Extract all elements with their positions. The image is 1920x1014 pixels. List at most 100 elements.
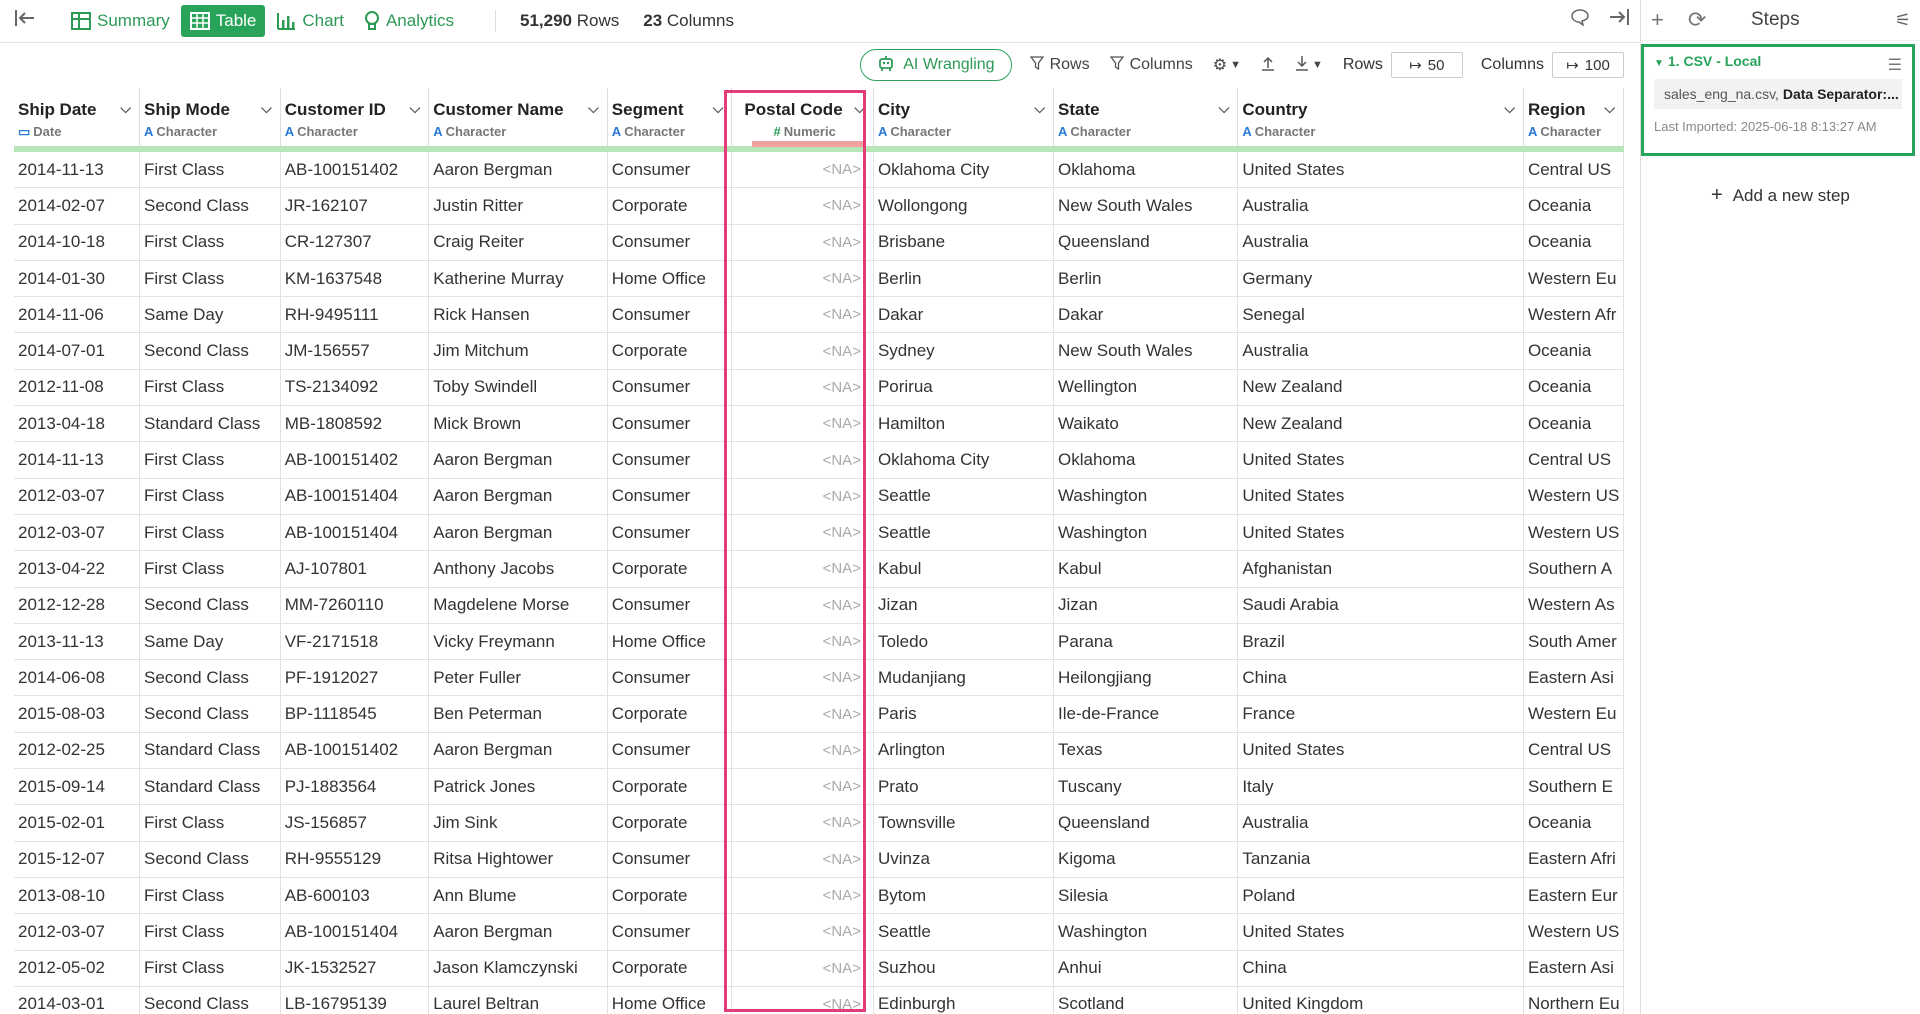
table-cell[interactable]: Consumer [607,296,733,334]
table-cell[interactable]: JS-156857 [280,804,430,842]
table-cell[interactable]: Katherine Murray [428,260,608,298]
chevron-down-icon[interactable]: ⌵ [1219,100,1230,117]
table-cell[interactable]: Silesia [1053,877,1239,915]
table-cell[interactable]: Home Office [607,260,733,298]
table-cell[interactable]: Western US [1523,478,1624,515]
table-cell[interactable]: Oklahoma [1053,149,1239,189]
table-cell[interactable]: JR-162107 [280,187,430,225]
table-cell[interactable]: Same Day [139,623,281,661]
chevron-down-icon[interactable]: ⌵ [1604,100,1615,117]
table-cell[interactable]: Ile-de-France [1053,695,1239,733]
table-cell[interactable]: Wollongong [873,187,1055,225]
table-cell[interactable]: 2014-02-07 [14,187,140,225]
table-cell[interactable]: Consumer [607,478,733,515]
table-cell[interactable]: Jim Mitchum [428,332,608,370]
chevron-down-icon[interactable]: ⌵ [1504,100,1515,117]
table-row[interactable]: 2012-02-25 Standard Class AB-100151402 Aaro… [14,732,1624,770]
table-cell[interactable]: <NA> [731,260,874,298]
table-cell[interactable]: Consumer [607,149,733,189]
table-cell[interactable]: Corporate [607,877,733,915]
table-cell[interactable]: Jizan [873,587,1055,624]
table-cell[interactable]: First Class [139,478,281,515]
table-cell[interactable]: <NA> [731,332,874,370]
table-cell[interactable]: France [1237,695,1524,733]
table-cell[interactable]: Oklahoma City [873,441,1055,479]
table-cell[interactable]: Consumer [607,841,733,878]
table-cell[interactable]: Aaron Bergman [428,514,608,552]
table-cell[interactable]: Suzhou [873,950,1055,987]
table-cell[interactable]: Home Office [607,986,733,1014]
table-cell[interactable]: Italy [1237,768,1524,806]
table-cell[interactable]: United States [1237,441,1524,479]
table-cell[interactable]: Standard Class [139,732,281,770]
table-cell[interactable]: Ritsa Hightower [428,841,608,878]
step-card[interactable]: ▼ 1. CSV - Local ☰ sales_eng_na.csv, Data… [1641,44,1915,156]
table-cell[interactable]: Consumer [607,659,733,697]
table-cell[interactable]: Aaron Bergman [428,441,608,479]
table-cell[interactable]: Mudanjiang [873,659,1055,697]
table-cell[interactable]: Dakar [873,296,1055,334]
table-cell[interactable]: AB-100151402 [280,441,430,479]
table-cell[interactable]: Justin Ritter [428,187,608,225]
table-cell[interactable]: 2014-10-18 [14,224,140,261]
table-cell[interactable]: <NA> [731,804,874,842]
table-cell[interactable]: <NA> [731,695,874,733]
tab-analytics[interactable]: Analytics [355,5,463,37]
table-cell[interactable]: Australia [1237,332,1524,370]
table-cell[interactable]: 2014-11-06 [14,296,140,334]
table-row[interactable]: 2012-03-07 First Class AB-100151404 Aaron B… [14,514,1624,552]
table-row[interactable]: 2015-09-14 Standard Class PJ-1883564 Patric… [14,768,1624,806]
table-cell[interactable]: Western Afr [1523,296,1624,334]
table-cell[interactable]: Western US [1523,913,1624,951]
table-cell[interactable]: First Class [139,441,281,479]
table-cell[interactable]: Anhui [1053,950,1239,987]
table-cell[interactable]: TS-2134092 [280,369,430,407]
table-cell[interactable]: Hamilton [873,405,1055,443]
table-cell[interactable]: Brazil [1237,623,1524,661]
table-cell[interactable]: <NA> [731,659,874,697]
table-cell[interactable]: <NA> [731,478,874,515]
table-cell[interactable]: First Class [139,913,281,951]
table-cell[interactable]: <NA> [731,514,874,552]
column-header[interactable]: Segment A Character ⌵ [607,88,733,152]
column-header[interactable]: Country A Character ⌵ [1237,88,1524,152]
table-cell[interactable]: Washington [1053,478,1239,515]
table-cell[interactable]: Patrick Jones [428,768,608,806]
table-cell[interactable]: LB-16795139 [280,986,430,1014]
download-dropdown[interactable]: ▼ [1295,55,1323,76]
table-cell[interactable]: Vicky Freymann [428,623,608,661]
table-cell[interactable]: South Amer [1523,623,1624,661]
chevron-down-icon[interactable]: ⌵ [588,100,599,117]
table-row[interactable]: 2014-03-01 Second Class LB-16795139 Laurel … [14,986,1624,1014]
table-cell[interactable]: Second Class [139,187,281,225]
table-cell[interactable]: Consumer [607,369,733,407]
table-cell[interactable]: 2012-11-08 [14,369,140,407]
table-cell[interactable]: Standard Class [139,768,281,806]
table-cell[interactable]: AB-100151404 [280,514,430,552]
chevron-down-icon[interactable]: ⌵ [1034,100,1045,117]
column-header[interactable]: Ship Date ▭ Date ⌵ [14,88,140,152]
table-cell[interactable]: <NA> [731,369,874,407]
table-cell[interactable]: 2015-08-03 [14,695,140,733]
table-cell[interactable]: Kabul [1053,550,1239,588]
table-cell[interactable]: CR-127307 [280,224,430,261]
table-cell[interactable]: Eastern Afri [1523,841,1624,878]
table-cell[interactable]: KM-1637548 [280,260,430,298]
table-cell[interactable]: JK-1532527 [280,950,430,987]
refresh-icon[interactable]: ⟳ [1688,7,1706,33]
column-header[interactable]: Customer ID A Character ⌵ [280,88,430,152]
table-cell[interactable]: <NA> [731,623,874,661]
table-cell[interactable]: Parana [1053,623,1239,661]
table-cell[interactable]: Corporate [607,550,733,588]
table-cell[interactable]: Central US [1523,149,1624,189]
table-cell[interactable]: Uvinza [873,841,1055,878]
table-cell[interactable]: Same Day [139,296,281,334]
table-cell[interactable]: Standard Class [139,405,281,443]
table-cell[interactable]: United States [1237,149,1524,189]
table-cell[interactable]: Queensland [1053,804,1239,842]
table-cell[interactable]: JM-156557 [280,332,430,370]
table-cell[interactable]: 2014-11-13 [14,441,140,479]
table-row[interactable]: 2014-07-01 Second Class JM-156557 Jim Mitch… [14,332,1624,370]
column-header[interactable]: Postal Code # Numeric ⌵ [731,88,874,152]
table-cell[interactable]: Second Class [139,587,281,624]
